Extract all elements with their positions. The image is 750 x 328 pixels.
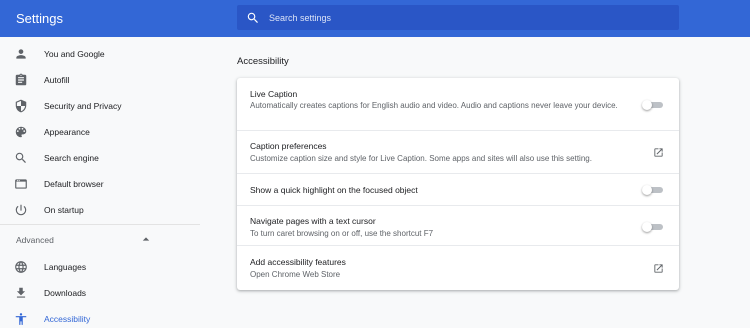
- sidebar-item-on-startup[interactable]: On startup: [0, 197, 200, 223]
- caret-up-icon: [142, 237, 150, 241]
- download-icon: [16, 287, 26, 298]
- row-description: Open Chrome Web Store: [250, 270, 341, 279]
- sidebar-item-label: Appearance: [44, 127, 90, 137]
- add-accessibility-features-row[interactable]: Add accessibility features Open Chrome W…: [237, 245, 679, 290]
- clipboard-icon: [15, 73, 27, 86]
- sidebar-item-label: Languages: [44, 262, 87, 272]
- open-in-new-icon[interactable]: [653, 263, 664, 274]
- top-bar: Settings: [0, 0, 750, 37]
- caret-browsing-row[interactable]: Navigate pages with a text cursor To tur…: [237, 205, 679, 245]
- advanced-toggle[interactable]: Advanced: [0, 233, 200, 247]
- row-description: Automatically creates captions for Engli…: [250, 101, 618, 110]
- sidebar-item-security[interactable]: Security and Privacy: [0, 93, 200, 119]
- sidebar: You and Google Autofill Security and Pri…: [0, 37, 200, 328]
- focus-highlight-row[interactable]: Show a quick highlight on the focused ob…: [237, 173, 679, 205]
- row-title: Add accessibility features: [250, 257, 346, 267]
- sidebar-item-appearance[interactable]: Appearance: [0, 119, 200, 145]
- sidebar-item-label: Downloads: [44, 288, 87, 298]
- shield-icon: [15, 99, 27, 113]
- globe-icon: [15, 261, 27, 273]
- search-box[interactable]: [237, 5, 679, 30]
- row-description: Customize caption size and style for Liv…: [250, 154, 592, 163]
- sidebar-item-search-engine[interactable]: Search engine: [0, 145, 200, 171]
- palette-icon: [15, 126, 27, 138]
- row-title: Caption preferences: [250, 141, 327, 151]
- sidebar-item-label: Accessibility: [44, 314, 91, 324]
- sidebar-item-label: Security and Privacy: [44, 101, 122, 111]
- sidebar-item-label: Default browser: [44, 179, 104, 189]
- live-caption-row[interactable]: Live Caption Automatically creates capti…: [237, 78, 679, 130]
- search-input[interactable]: [269, 5, 669, 30]
- sidebar-item-autofill[interactable]: Autofill: [0, 67, 200, 93]
- caption-preferences-row[interactable]: Caption preferences Customize caption si…: [237, 130, 679, 173]
- search-icon: [247, 12, 258, 23]
- sidebar-item-you-and-google[interactable]: You and Google: [0, 41, 200, 67]
- row-title: Live Caption: [250, 89, 298, 99]
- sidebar-item-default-browser[interactable]: Default browser: [0, 171, 200, 197]
- sidebar-item-accessibility[interactable]: Accessibility: [0, 306, 200, 328]
- row-description: To turn caret browsing on or off, use th…: [250, 229, 434, 238]
- sidebar-item-label: You and Google: [44, 49, 105, 59]
- open-in-new-icon[interactable]: [653, 147, 664, 158]
- sidebar-item-downloads[interactable]: Downloads: [0, 280, 200, 306]
- power-icon: [15, 204, 27, 216]
- browser-icon: [15, 179, 27, 189]
- sidebar-item-languages[interactable]: Languages: [0, 254, 200, 280]
- app-title: Settings: [16, 11, 63, 26]
- accessibility-card: Live Caption Automatically creates capti…: [237, 78, 679, 290]
- search-icon: [15, 152, 26, 163]
- sidebar-item-label: Autofill: [44, 75, 70, 85]
- caret-browsing-toggle[interactable]: [642, 222, 664, 232]
- sidebar-divider: [0, 224, 200, 225]
- accessibility-icon: [15, 313, 27, 325]
- live-caption-toggle[interactable]: [642, 100, 664, 110]
- sidebar-item-label: Search engine: [44, 153, 99, 163]
- person-icon: [16, 49, 26, 59]
- advanced-label: Advanced: [16, 235, 54, 245]
- row-title: Show a quick highlight on the focused ob…: [250, 185, 418, 195]
- row-title: Navigate pages with a text cursor: [250, 216, 376, 226]
- section-title: Accessibility: [237, 56, 289, 67]
- sidebar-item-label: On startup: [44, 205, 84, 215]
- focus-highlight-toggle[interactable]: [642, 185, 664, 195]
